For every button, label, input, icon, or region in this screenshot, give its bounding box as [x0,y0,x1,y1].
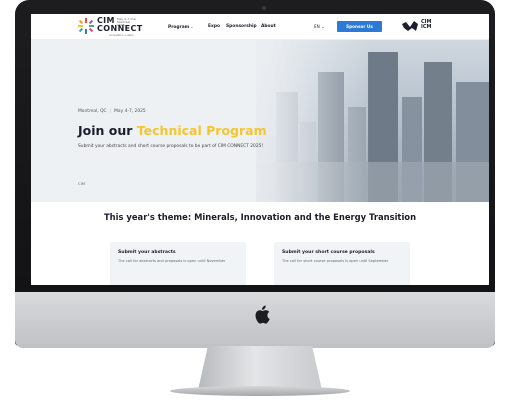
theme-heading: This year's theme: Minerals, Innovation … [103,212,417,222]
brand-connect[interactable]: CONNECT [97,25,143,33]
language-selector[interactable]: EN ⌄ [314,24,325,29]
nav-program[interactable]: Program⌄ [168,24,194,30]
site-header: CIM May 4–7 mai Montréal 2025 CONNECT co… [31,14,489,40]
card-body: The call for short course proposals is o… [282,259,389,263]
cim-connect-burst-icon[interactable] [78,18,94,34]
event-location-date: Montreal, QC | May 4-7, 2025 [78,109,146,114]
cim-icm-logo-icon[interactable] [402,20,418,32]
brand-tagline: convention + expo [109,34,134,37]
hero-banner: Montreal, QC | May 4-7, 2025 Join our Tech… [31,40,489,202]
browser-viewport: CIM May 4–7 mai Montréal 2025 CONNECT co… [31,14,489,285]
hero-tag: CIM [78,181,86,186]
nav-about[interactable]: About [261,24,276,29]
sponsor-us-button[interactable]: Sponsor Us [337,21,382,32]
card-submit-short-course[interactable]: Submit your short course proposals The c… [274,242,410,285]
card-submit-abstracts[interactable]: Submit your abstracts The call for abstr… [110,242,246,285]
chevron-down-icon: ⌄ [321,24,325,29]
camera-dot [262,6,266,10]
imac-stand [198,346,322,390]
apple-icon [255,305,270,324]
chevron-down-icon: ⌄ [190,24,194,29]
card-title: Submit your short course proposals [282,250,375,255]
nav-expo[interactable]: Expo [208,24,220,29]
card-title: Submit your abstracts [118,250,176,255]
org-logo-text[interactable]: CIM ICM [421,19,432,31]
nav-sponsorship[interactable]: Sponsorship [226,24,257,29]
hero-description: Submit your abstracts and short course p… [78,144,264,149]
page-title: Join our Technical Program [78,123,267,138]
card-body: The call for abstracts and proposals is … [118,259,226,263]
imac-stand-base [170,386,350,396]
